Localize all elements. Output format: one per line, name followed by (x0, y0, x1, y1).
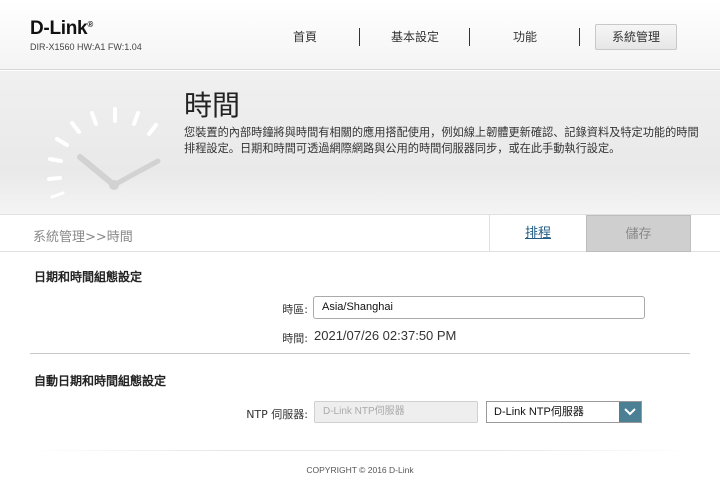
nav-features[interactable]: 功能 (470, 24, 580, 50)
nav-separator (579, 28, 580, 46)
time-label: 時間: (282, 332, 308, 345)
timezone-field[interactable]: Asia/Shanghai (313, 296, 645, 319)
breadcrumb: 系統管理>>時間 (33, 230, 133, 245)
main-nav: 首頁 基本設定 功能 系統管理 (240, 24, 690, 50)
footer-divider (30, 450, 690, 451)
section-divider (30, 353, 690, 354)
ntp-server-input[interactable]: D-Link NTP伺服器 (314, 401, 478, 423)
ntp-section-title: 自動日期和時間組態設定 (34, 374, 167, 388)
nav-home[interactable]: 首頁 (240, 24, 370, 50)
page-title: 時間 (184, 89, 241, 122)
dlink-logo[interactable]: D-Link® (30, 18, 93, 40)
ntp-server-select[interactable]: D-Link NTP伺服器 (486, 401, 642, 423)
nav-management[interactable]: 系統管理 (595, 24, 677, 50)
model-info: DIR-X1560 HW:A1 FW:1.04 (30, 42, 142, 52)
ntp-server-label: NTP 伺服器: (246, 408, 308, 421)
registered-mark: ® (87, 20, 93, 29)
copyright-text: COPYRIGHT © 2016 D-Link (306, 465, 414, 475)
chevron-down-icon[interactable] (619, 402, 641, 422)
schedule-link[interactable]: 排程 (489, 215, 586, 252)
save-button[interactable]: 儲存 (586, 215, 691, 252)
timezone-label: 時區: (282, 303, 308, 316)
page-description: 您裝置的內部時鐘將與時間有相關的應用搭配使用，例如線上韌體更新確認、記錄資料及特… (184, 126, 699, 155)
breadcrumb-bar: 系統管理>>時間 排程 儲存 (0, 214, 720, 252)
datetime-section-title: 日期和時間組態設定 (34, 270, 143, 284)
clock-icon (30, 107, 180, 207)
ntp-select-value: D-Link NTP伺服器 (494, 406, 584, 418)
nav-basic-settings[interactable]: 基本設定 (360, 24, 470, 50)
top-header: D-Link® DIR-X1560 HW:A1 FW:1.04 首頁 基本設定 … (0, 0, 720, 70)
logo-text: D-Link (30, 18, 88, 39)
current-time-value: 2021/07/26 02:37:50 PM (314, 328, 457, 343)
